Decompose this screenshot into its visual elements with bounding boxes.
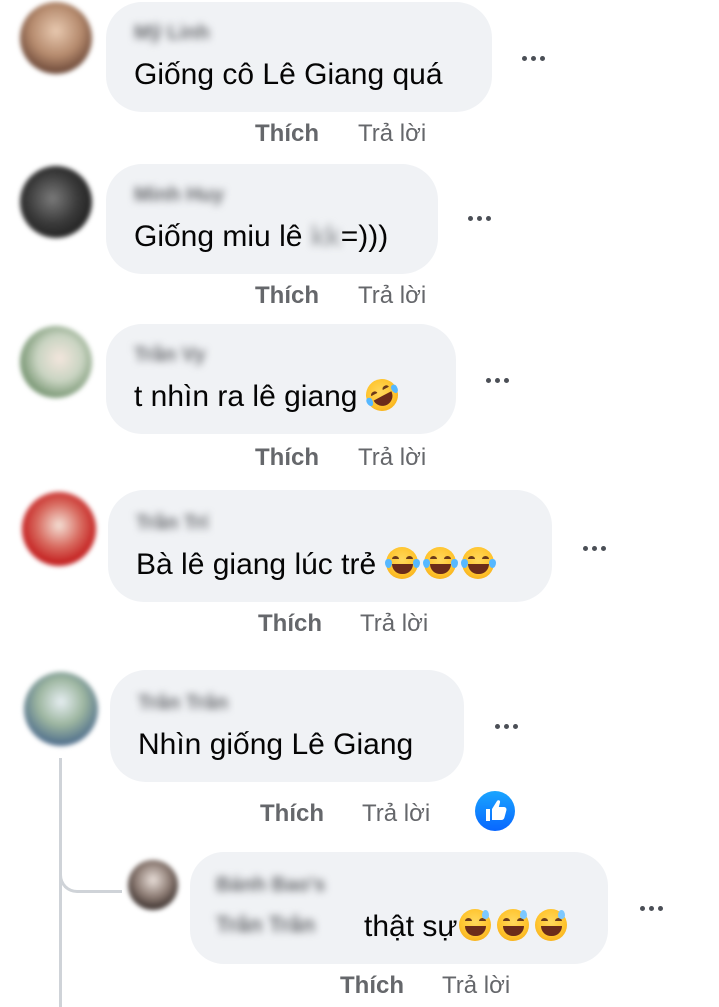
reply-button[interactable]: Trả lời [442, 972, 510, 1000]
more-options-icon[interactable] [578, 538, 612, 558]
comment-text: Giống miu lê kk=))) [134, 220, 388, 254]
more-options-icon[interactable] [635, 898, 669, 918]
comment-bubble: Trân Trân Nhìn giống Lê Giang [110, 670, 464, 782]
reply-button[interactable]: Trả lời [358, 120, 426, 148]
reply-tagged-user[interactable]: Trân Trân [216, 912, 315, 938]
comment-text: Nhìn giống Lê Giang [138, 728, 413, 762]
face-with-tears-of-joy-emoji [461, 547, 496, 580]
grinning-face-with-sweat-emoji [459, 909, 492, 942]
avatar[interactable] [22, 492, 96, 566]
comment-author[interactable]: Trần Vy [134, 344, 206, 367]
reply-button[interactable]: Trả lời [358, 282, 426, 310]
comment-author[interactable]: Mỹ Linh [134, 22, 210, 45]
reply-button[interactable]: Trả lời [358, 444, 426, 472]
comment-bubble: Minh Huy Giống miu lê kk=))) [106, 164, 438, 274]
thumbs-up-icon [486, 800, 507, 821]
comment-author[interactable]: Minh Huy [134, 184, 224, 207]
reply-text: thật sự [364, 909, 568, 944]
like-button[interactable]: Thích [255, 444, 319, 472]
avatar[interactable] [20, 166, 92, 238]
more-options-icon[interactable] [517, 48, 551, 68]
comment-text: Bà lê giang lúc trẻ [136, 547, 496, 582]
grinning-face-with-sweat-emoji [535, 909, 568, 942]
redacted-text: kk [310, 220, 341, 253]
like-button[interactable]: Thích [258, 610, 322, 638]
comment-text-suffix: =))) [340, 220, 389, 253]
comment-author[interactable]: Trần Trí [136, 512, 208, 535]
more-options-icon[interactable] [481, 370, 515, 390]
like-button[interactable]: Thích [340, 972, 404, 1000]
reply-button[interactable]: Trả lời [362, 800, 430, 828]
avatar[interactable] [24, 672, 98, 746]
rolling-on-floor-laughing-emoji [360, 373, 404, 417]
like-reaction-icon[interactable] [475, 791, 515, 831]
comment-text-content: t nhìn ra lê giang [134, 380, 366, 413]
comment-bubble: Mỹ Linh Giống cô Lê Giang quá [106, 2, 492, 112]
more-options-icon[interactable] [490, 716, 524, 736]
face-with-tears-of-joy-emoji [385, 547, 420, 580]
comment-bubble: Trần Vy t nhìn ra lê giang [106, 324, 456, 434]
reply-author[interactable]: Bánh Bao's [216, 874, 325, 897]
comment-text-content: Giống cô Lê Giang quá [134, 58, 443, 91]
comment-text-content: Nhìn giống Lê Giang [138, 728, 414, 761]
like-button[interactable]: Thích [260, 800, 324, 828]
reply-button[interactable]: Trả lời [360, 610, 428, 638]
avatar[interactable] [20, 326, 92, 398]
comment-author[interactable]: Trân Trân [138, 692, 228, 715]
comment-bubble: Trần Trí Bà lê giang lúc trẻ [108, 490, 552, 602]
grinning-face-with-sweat-emoji [497, 909, 530, 942]
comment-text-content: Bà lê giang lúc trẻ [136, 548, 385, 581]
reply-bubble: Bánh Bao's Trân Trân thật sự [190, 852, 608, 964]
comment-text: Giống cô Lê Giang quá [134, 58, 443, 92]
reply-text-content: thật sự [364, 910, 458, 943]
avatar[interactable] [128, 860, 178, 910]
comment-text: t nhìn ra lê giang [134, 373, 404, 417]
face-with-tears-of-joy-emoji [423, 547, 458, 580]
thread-line-branch [59, 860, 122, 893]
comment-text-content: Giống miu lê [134, 220, 311, 253]
like-button[interactable]: Thích [255, 120, 319, 148]
more-options-icon[interactable] [463, 208, 497, 228]
avatar[interactable] [20, 2, 92, 74]
like-button[interactable]: Thích [255, 282, 319, 310]
